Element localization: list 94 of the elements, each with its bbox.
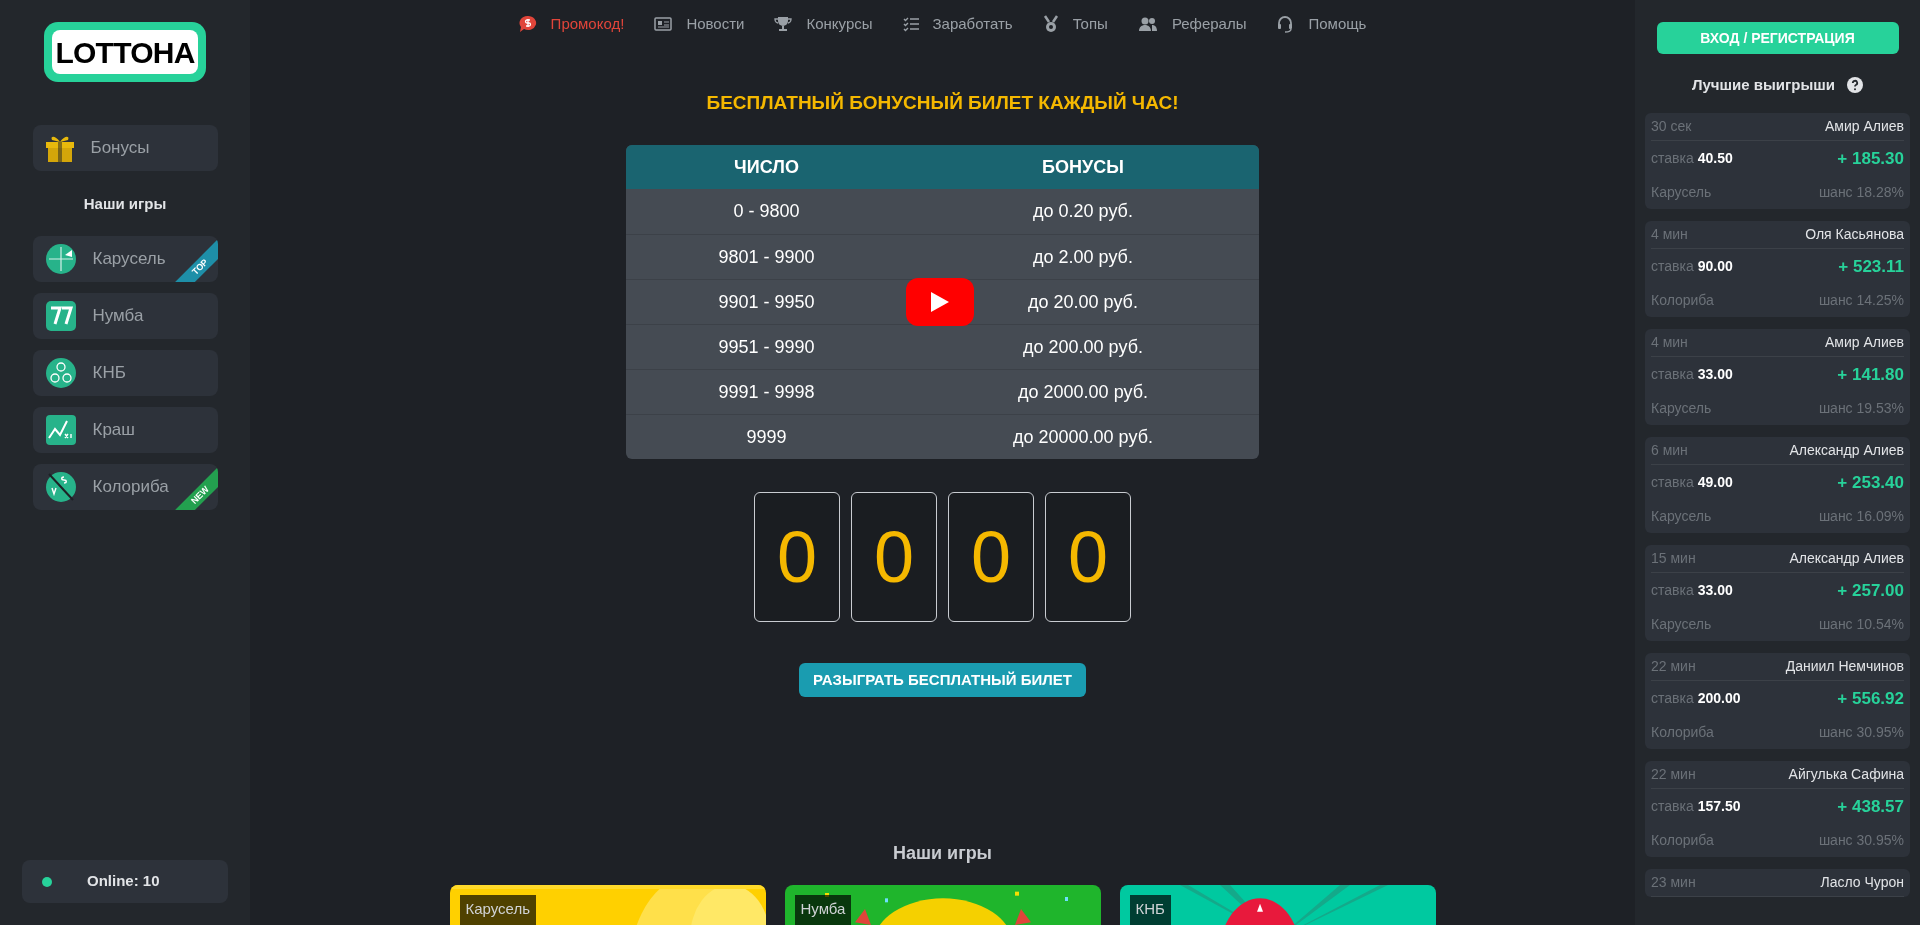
win-amount: + 141.80 xyxy=(1837,363,1904,386)
win-chance: шанс 16.09% xyxy=(1818,507,1904,526)
time-ago: 4 мин xyxy=(1651,332,1688,352)
game-name: Колориба xyxy=(1651,831,1714,850)
sidebar-item[interactable]: Карусель TOP xyxy=(32,235,218,282)
nav-link[interactable]: Помощь xyxy=(1276,13,1367,36)
player-name: Александр Алиев xyxy=(1789,440,1904,460)
table-cell-text: 9999 xyxy=(746,425,787,449)
table-cell-text: 9991 - 9998 xyxy=(718,380,815,404)
stake-label: ставка xyxy=(1651,797,1694,816)
panel-title: Лучшие выигрыши xyxy=(1692,75,1835,95)
win-amount: + 438.57 xyxy=(1837,795,1904,818)
stake-label: ставка xyxy=(1651,149,1694,168)
column-header: ЧИСЛО xyxy=(733,155,800,179)
game-name: Карусель xyxy=(1651,507,1712,526)
game-name: Карусель xyxy=(1651,399,1712,418)
digit-tile: 0 xyxy=(948,492,1034,623)
game-name: Карусель xyxy=(1651,183,1712,202)
player-name: Оля Касьянова xyxy=(1805,224,1904,244)
game-label: Нумба xyxy=(794,895,852,925)
table-cell-text: 9801 - 9900 xyxy=(718,245,815,269)
win-amount: + 185.30 xyxy=(1837,147,1904,170)
player-name: Ласло Чурон xyxy=(1820,872,1904,892)
stake-label: ставка xyxy=(1651,473,1694,492)
table-cell-text: до 20000.00 руб. xyxy=(1013,425,1153,449)
logo[interactable]: LOTTOHA xyxy=(44,22,206,82)
stake-amount: 200.00 xyxy=(1697,689,1741,708)
section-title: Наши игры xyxy=(893,842,992,865)
stake-amount: 33.00 xyxy=(1697,365,1733,384)
stake-amount: 90.00 xyxy=(1697,257,1733,276)
game-name: Колориба xyxy=(1651,723,1714,742)
stake-label: ставка xyxy=(1651,689,1694,708)
headline: БЕСПЛАТНЫЙ БОНУСНЫЙ БИЛЕТ КАЖДЫЙ ЧАС! xyxy=(706,90,1179,115)
time-ago: 6 мин xyxy=(1651,440,1688,460)
time-ago: 23 мин xyxy=(1651,872,1696,892)
nav-link[interactable]: Конкурсы xyxy=(774,13,873,36)
table-cell-text: 0 - 9800 xyxy=(733,200,800,224)
time-ago: 22 мин xyxy=(1651,656,1696,676)
digit-tile: 0 xyxy=(754,492,840,623)
win-chance: шанс 19.53% xyxy=(1818,399,1904,418)
stake-label: ставка xyxy=(1651,581,1694,600)
nav-link[interactable]: Новости xyxy=(654,13,745,36)
win-amount: + 523.11 xyxy=(1838,255,1904,278)
digit-tile: 0 xyxy=(1045,492,1131,623)
table-cell-text: до 0.20 руб. xyxy=(1033,200,1133,224)
time-ago: 30 сек xyxy=(1651,116,1692,136)
player-name: Даниил Немчинов xyxy=(1785,656,1904,676)
win-amount: + 253.40 xyxy=(1837,471,1904,494)
digit-tile: 0 xyxy=(851,492,937,623)
nav-link[interactable]: Рефералы xyxy=(1137,13,1247,36)
nav-link[interactable]: Топы xyxy=(1042,13,1108,36)
stake-label: ставка xyxy=(1651,365,1694,384)
nav-link[interactable]: Заработать xyxy=(902,13,1013,36)
win-chance: шанс 14.25% xyxy=(1818,291,1904,310)
game-card[interactable]: Карусель xyxy=(449,885,766,925)
player-name: Амир Алиев xyxy=(1825,332,1904,352)
stake-amount: 40.50 xyxy=(1697,149,1733,168)
game-card[interactable]: Нумба xyxy=(784,885,1101,925)
win-chance: шанс 18.28% xyxy=(1818,183,1904,202)
win-amount: + 556.92 xyxy=(1837,687,1904,710)
time-ago: 22 мин xyxy=(1651,764,1696,784)
win-chance: шанс 30.95% xyxy=(1818,723,1904,742)
time-ago: 4 мин xyxy=(1651,224,1688,244)
table-cell-text: до 2.00 руб. xyxy=(1033,245,1133,269)
win-chance: шанс 10.54% xyxy=(1818,615,1904,634)
sidebar-item[interactable]: Нумба xyxy=(32,292,218,339)
online-count: Online: 10 xyxy=(87,871,160,892)
player-name: Амир Алиев xyxy=(1825,116,1904,136)
game-card[interactable]: КНБ xyxy=(1119,885,1436,925)
table-cell-text: 9951 - 9990 xyxy=(718,335,815,359)
sidebar-item[interactable]: КНБ xyxy=(32,349,218,396)
column-header: БОНУСЫ xyxy=(1041,155,1125,179)
win-amount: + 257.00 xyxy=(1837,579,1904,602)
win-chance: шанс 30.95% xyxy=(1818,831,1904,850)
game-label: Карусель xyxy=(459,895,536,925)
table-cell-text: до 200.00 руб. xyxy=(1023,335,1143,359)
game-name: Колориба xyxy=(1651,291,1714,310)
sidebar-item[interactable]: Бонусы xyxy=(32,125,218,171)
game-name: Карусель xyxy=(1651,615,1712,634)
section-title: Наши игры xyxy=(83,194,167,214)
game-label: КНБ xyxy=(1129,895,1171,925)
table-cell-text: до 20.00 руб. xyxy=(1028,290,1138,314)
stake-amount: 33.00 xyxy=(1697,581,1733,600)
stake-amount: 49.00 xyxy=(1697,473,1733,492)
table-cell-text: до 2000.00 руб. xyxy=(1018,380,1148,404)
play-ticket-button[interactable]: РАЗЫГРАТЬ БЕСПЛАТНЫЙ БИЛЕТ xyxy=(799,663,1086,697)
nav-link[interactable]: Промокод! xyxy=(518,13,625,36)
stake-label: ставка xyxy=(1651,257,1694,276)
player-name: Айгулька Сафина xyxy=(1788,764,1904,784)
stake-amount: 157.50 xyxy=(1697,797,1741,816)
sidebar-item[interactable]: Краш xyxy=(32,406,218,453)
time-ago: 15 мин xyxy=(1651,548,1696,568)
player-name: Александр Алиев xyxy=(1789,548,1904,568)
table-cell-text: 9901 - 9950 xyxy=(718,290,815,314)
